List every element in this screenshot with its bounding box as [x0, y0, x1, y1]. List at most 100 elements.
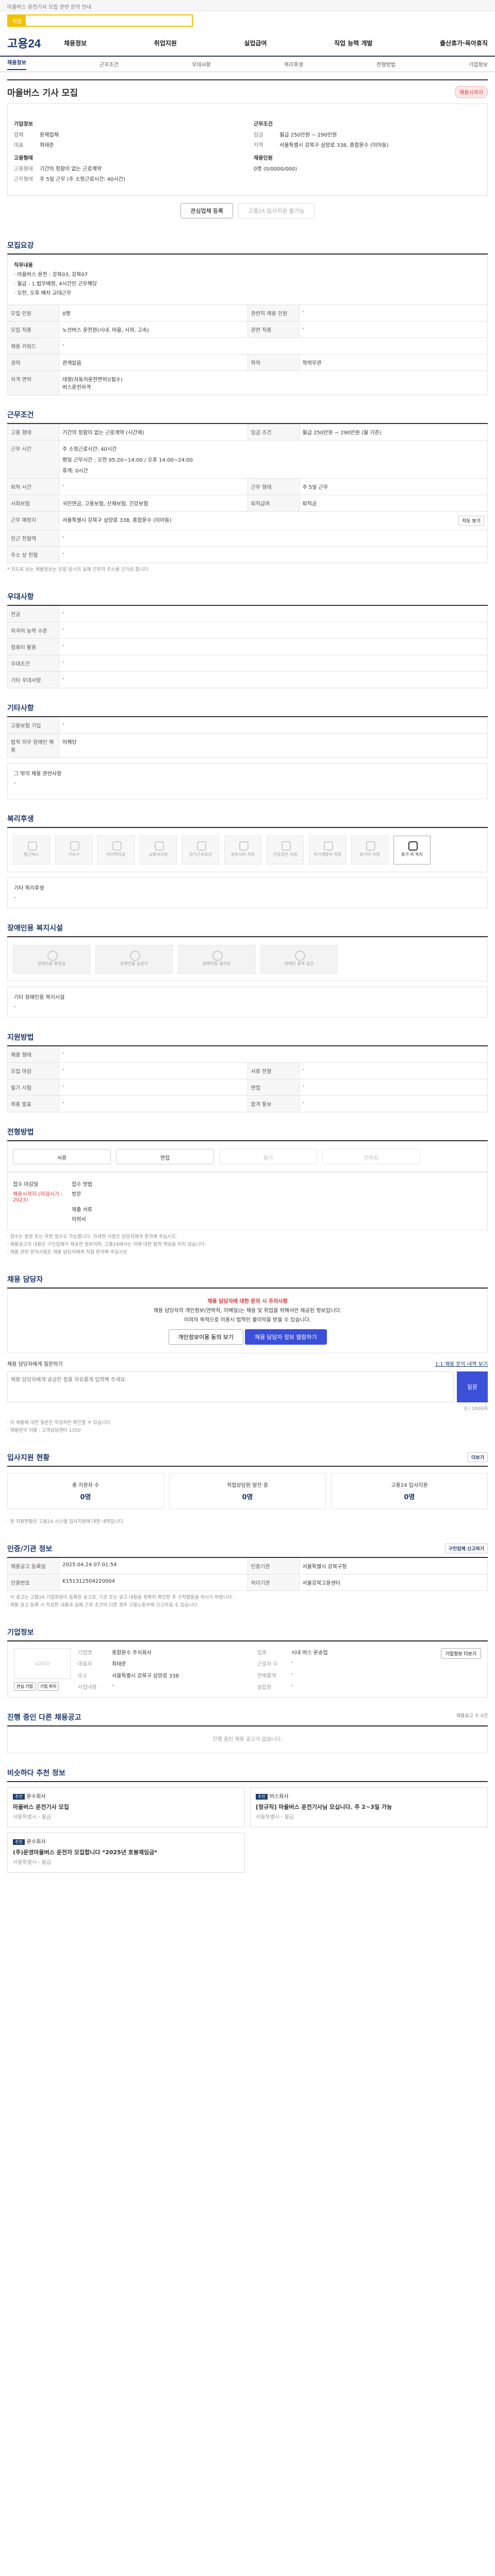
company-more-button[interactable]: 기업정보 더보기 [440, 1648, 481, 1659]
cell-head: 모집 직종 [8, 321, 59, 338]
note-line: · 채용공고의 내용은 구인업체가 제공한 정보이며, 고용24에서는 이에 대… [7, 1242, 206, 1247]
cell-head: 채용 키워드 [8, 338, 59, 354]
process-table: 채용 형태 - 모집 마감 - 서류 전형 - 필기 시험 - 면접 - 최종 발표 - 합격 통… [7, 1046, 488, 1112]
welfare-section: 복리후생 통근버스 기숙사 자녀학자금 교통비지원 장기근속포상 경조사비 지원… [7, 810, 488, 908]
kv-value: 0명 (0/0000/000) [254, 166, 298, 172]
section-title: 장애인용 복지시설 [7, 920, 488, 937]
cell-head: 필기 시험 [8, 1079, 59, 1096]
cell: 미해당 [59, 734, 488, 758]
cell-head: 전공 [8, 606, 59, 622]
section-title: 모집요강 [7, 237, 488, 255]
cell: 주 5일 근무 [299, 479, 488, 495]
cell: 퇴직금 [299, 495, 488, 512]
search-box[interactable]: 직업 [7, 14, 193, 27]
health-icon: 건강검진 지원 [267, 836, 304, 865]
cell-head: 경력 [8, 354, 59, 371]
card-company: 운수회사 [26, 1794, 46, 1800]
company-logo: LOGO [14, 1648, 71, 1679]
subnav-tab[interactable]: 복리후생 [284, 60, 303, 68]
card-pay: 월급 [41, 1860, 51, 1866]
stat-value: 0명 [80, 1494, 91, 1501]
contact-head: 접수 마감일 [13, 1182, 39, 1188]
box-value: - [14, 895, 16, 901]
card-company: 운수회사 [26, 1839, 46, 1845]
gnb-item[interactable]: 실업급여 [244, 39, 267, 47]
cell-head: 고용보험 가입 [8, 717, 59, 734]
subnav-tab[interactable]: 기업정보 [469, 60, 488, 68]
section-title: 기업정보 [7, 1624, 488, 1641]
recommend-card[interactable]: 추천 버스회사 [정규직] 마을버스 운전기사님 모십니다. 주 2~3일 가능 … [250, 1787, 488, 1827]
other-table: 고용보험 가입 - 법적 의무 장애인 채용 미해당 [7, 717, 488, 758]
logo[interactable]: 고용24 [7, 35, 64, 51]
stat-card: 직업상담원 알선 중 0명 [169, 1473, 326, 1509]
cell-head: 사회보험 [8, 495, 59, 512]
rest-area-icon: 장애인 휴게 공간 [260, 945, 338, 974]
note-line: · 채용문의 이용 : 고객상담센터 1350 [7, 1428, 81, 1433]
inquiry-history-link[interactable]: 1:1 채용 문의 내역 보기 [435, 1360, 488, 1367]
contact-head: 제출 서류 [72, 1207, 92, 1213]
notes: · 접수는 방문 또는 우편 접수도 가능합니다. 자세한 사항은 담당자에게 … [7, 1230, 488, 1260]
company-section: 기업정보 LOGO 관심 기업 기업 위치 기업명 종합운수 주식회사 업종 시내 버… [7, 1624, 488, 1698]
cell-head: 서류 전형 [248, 1063, 300, 1079]
recommend-cards: 추천 운수회사 마을버스 운전기사 모집 서울특별시 · 월급 추천 버스회사 [정… [7, 1782, 488, 1878]
cell: 노선버스 운전원(시내, 마을, 시외, 고속) [59, 321, 248, 338]
favorite-company-button[interactable]: 관심 기업 [14, 1682, 36, 1691]
cell-head: 관련직 채용 인원 [248, 305, 300, 321]
duty-line: · 오전, 오후 배차 교대근무 [14, 291, 72, 296]
subnav-tab[interactable]: 우대사항 [192, 60, 211, 68]
recommend-card[interactable]: 추천 운수회사 마을버스 운전기사 모집 서울특별시 · 월급 [7, 1787, 245, 1827]
cell-head: 자격 면허 [8, 371, 59, 395]
process-section: 지원방법 채용 형태 - 모집 마감 - 서류 전형 - 필기 시험 - 면접 - 최종 발표… [7, 1029, 488, 1112]
kv-value: 기간의 정함이 없는 근로계약 [40, 166, 102, 172]
inquiry-input[interactable] [7, 1371, 454, 1402]
cell: 학력무관 [299, 354, 488, 371]
contact-box: 접수 마감일 접수 방법 채용시까지 (마감시기 : 2023) 방문 제출 서… [7, 1172, 488, 1230]
workcond-section: 근무조건 고용 형태 기간의 정함이 없는 근로계약 (시간제) 임금 조건 월급 2… [7, 406, 488, 577]
apply-button[interactable]: 고용24 입사지원 불가능 [238, 203, 315, 218]
view-manager-button[interactable]: 채용 담당자 정보 열람하기 [245, 1329, 327, 1345]
interest-button[interactable]: 관심업체 등록 [180, 203, 234, 218]
cell: - [59, 1046, 488, 1063]
cell: - [59, 622, 488, 639]
map-button[interactable]: 지도 보기 [458, 516, 484, 526]
warning-line: 채용 담당자의 개인정보(연락처, 이메일)는 채용 및 취업을 위해서만 제공… [153, 1308, 342, 1314]
warning-line: 이외의 목적으로 이용시 법적인 불이익을 받을 수 있습니다. [184, 1317, 311, 1323]
recommend-card[interactable]: 추천 운수회사 (주)운영마을버스 운전자 모집합니다 *2025년 호봉제임금*… [7, 1833, 245, 1873]
subnav-tab[interactable]: 근무조건 [100, 60, 119, 68]
card-tag: 추천 [13, 1794, 25, 1800]
card-company: 버스회사 [269, 1794, 289, 1800]
section-title: 지원방법 [7, 1029, 488, 1046]
cell-head: 기타 우대사항 [8, 672, 59, 688]
kv-key: 근무형태 [14, 177, 33, 182]
gnb-item[interactable]: 취업지원 [154, 39, 177, 47]
disabled-icons: 장애인용 화장실 장애인용 승강기 장애인용 경사로 장애인 휴게 공간 [7, 937, 488, 981]
gift-icon: 경조사비 지원 [224, 836, 261, 865]
cell-head: 면접 [248, 1079, 300, 1096]
note-line: · 이 공고는 고용24 기업회원이 등록한 공고로, 기관 또는 공고 내용을… [7, 1595, 234, 1600]
gnb-item[interactable]: 직업 능력 개발 [334, 39, 373, 47]
cell-head: 학력 [248, 354, 300, 371]
cell: - [299, 1079, 488, 1096]
recruit-section: 모집요강 직무내용 · 마을버스 운전 : 강북03, 강북07 · 월급 : … [7, 237, 488, 395]
gnb-item[interactable]: 채용정보 [64, 39, 87, 47]
company-map-button[interactable]: 기업 위치 [37, 1682, 59, 1691]
kv-key: 지역 [254, 143, 263, 148]
section-title-text: 진행 중인 다른 채용공고 [7, 1714, 81, 1722]
cell: 서울특별시 강북구 삼양로 338, 종합운수 (미아동) [62, 518, 172, 523]
subnav-tab[interactable]: 채용정보 [7, 58, 26, 70]
step-document: 서류 [13, 1149, 111, 1164]
cell-head: 인근 전철역 [8, 530, 59, 547]
report-button[interactable]: 구인업체 신고하기 [444, 1544, 488, 1553]
kv-value: 주 5일 근무 (주 소정근로시간: 40시간) [40, 177, 125, 182]
section-title: 입사지원 현황 더보기 [7, 1449, 488, 1467]
cell-head: 관련 직종 [248, 321, 300, 338]
search-input[interactable] [26, 15, 192, 26]
manager-section: 채용 담당자 채용 담당자에 대한 문의 시 주의사항 채용 담당자의 개인정보… [7, 1271, 488, 1438]
dormitory-icon: 기숙사 [55, 836, 92, 865]
subnav-tab[interactable]: 전형방법 [376, 60, 395, 68]
gnb-item[interactable]: 출산휴가·육아휴직 [440, 39, 488, 47]
more-button[interactable]: 더보기 [468, 1452, 488, 1462]
privacy-consent-button[interactable]: 개인정보이용 동의 보기 [168, 1329, 243, 1345]
inquiry-submit-button[interactable]: 질문 [457, 1371, 488, 1402]
tuition-icon: 자녀학자금 [97, 836, 135, 865]
